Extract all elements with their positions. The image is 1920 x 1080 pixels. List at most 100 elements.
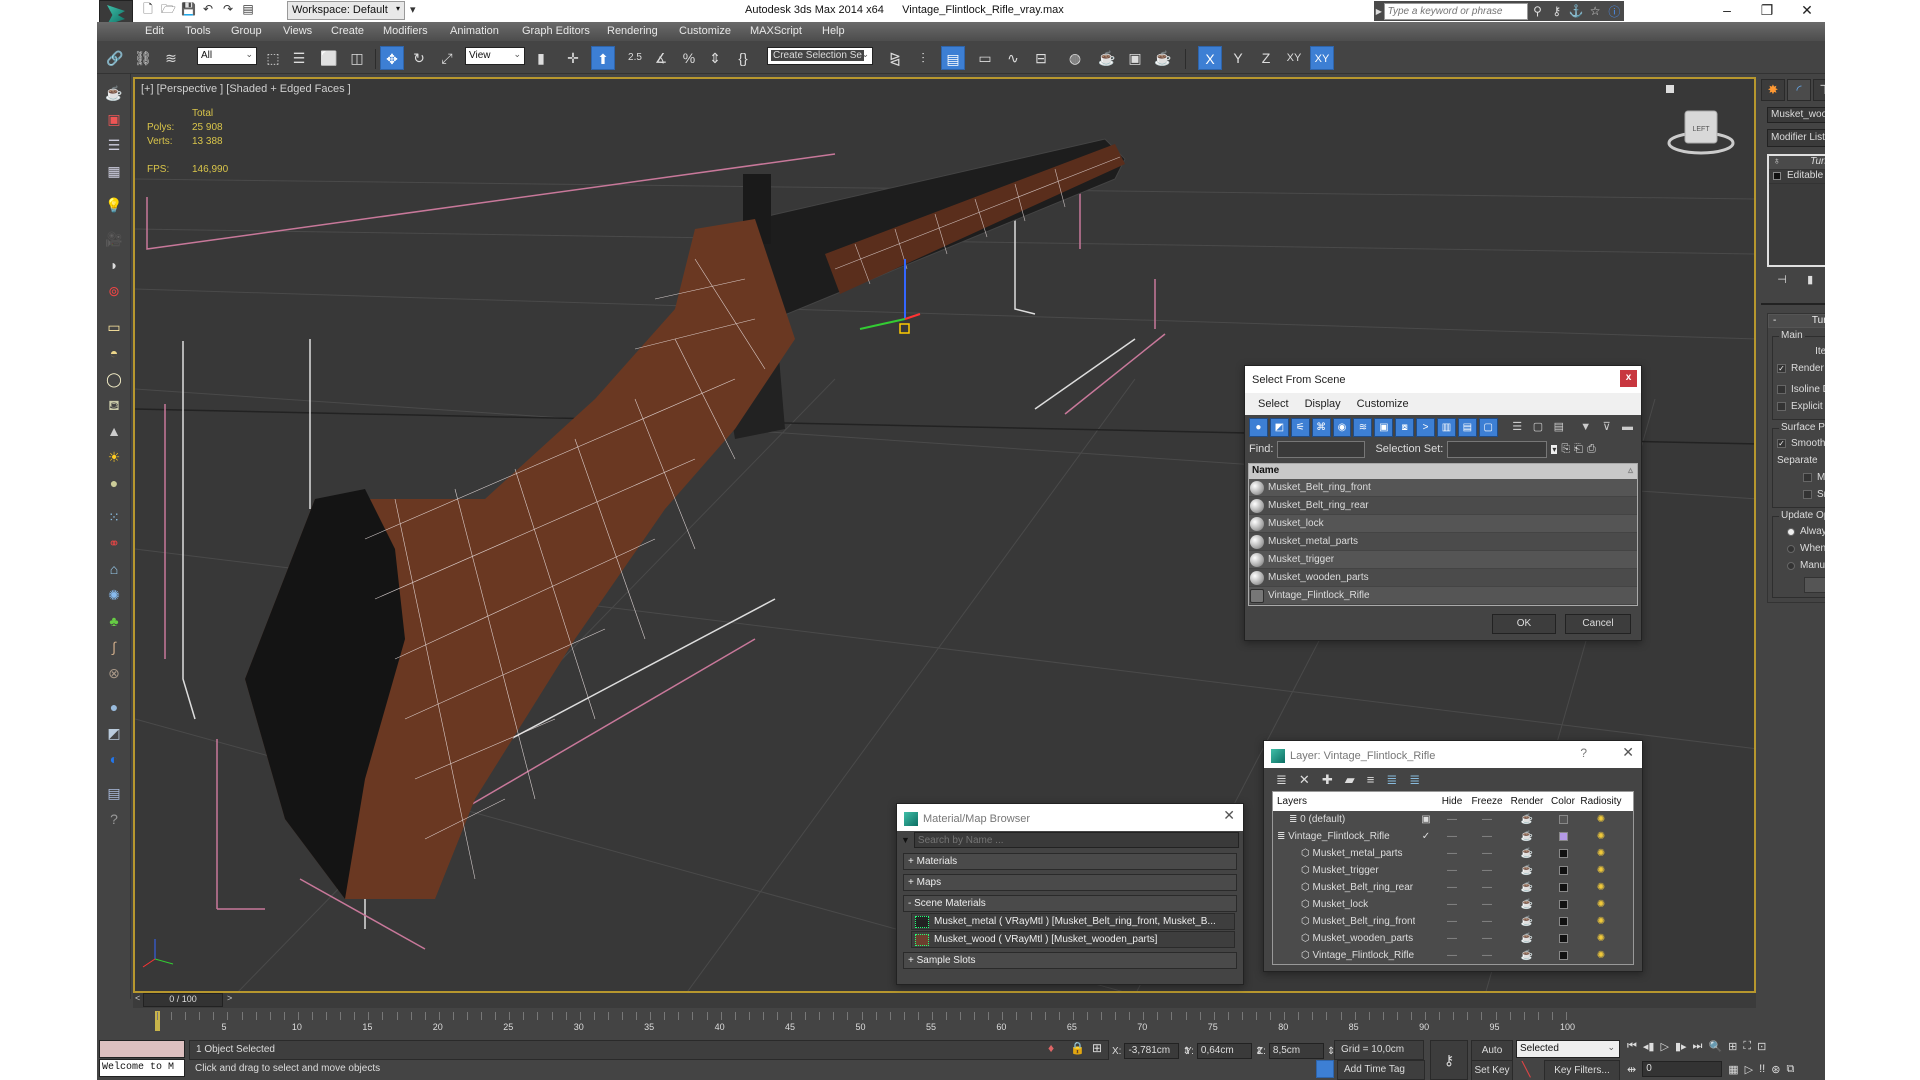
properties-icon[interactable]: ☰	[103, 134, 125, 156]
zoom-extents-all-icon[interactable]: ⊡	[1757, 1040, 1766, 1058]
zoom-icon[interactable]: 🔍	[1708, 1040, 1722, 1058]
select-all-icon[interactable]: ☰	[1508, 418, 1527, 437]
section-materials[interactable]: + Materials	[903, 853, 1237, 870]
named-selection-sets-dropdown[interactable]: Create Selection Se ⌄	[767, 47, 873, 65]
selection-set-dropdown[interactable]	[1447, 440, 1548, 458]
filter-shapes-icon[interactable]: ◩	[1269, 418, 1289, 437]
radiosity-icon[interactable]: ✺	[1579, 814, 1623, 825]
layer-color-swatch[interactable]	[1558, 814, 1568, 824]
auto-key-button[interactable]: Auto Key	[1471, 1040, 1513, 1076]
sphere-light-icon[interactable]: ●	[103, 472, 125, 494]
plane-light-icon[interactable]: ▭	[103, 316, 125, 338]
pin-stack-icon[interactable]: ⊣	[1777, 273, 1787, 289]
freeze-toggle[interactable]: —	[1467, 882, 1507, 893]
filter-bones-icon[interactable]: >	[1416, 418, 1436, 437]
layer-row[interactable]: ⬡ Musket_trigger — — ☕ ✺	[1273, 862, 1633, 879]
restore-button[interactable]: ❐	[1747, 0, 1787, 20]
z-coordinate-field[interactable]: 8,5cm	[1268, 1043, 1324, 1059]
active-layer-toggle[interactable]: ▣	[1415, 814, 1437, 825]
hide-toggle[interactable]: —	[1437, 899, 1467, 910]
hair-fur-icon[interactable]: ∫	[103, 636, 125, 658]
previous-frame-icon[interactable]: ◂▮	[1643, 1040, 1655, 1058]
axis-constraint-y[interactable]: Y	[1226, 46, 1250, 70]
sun-icon[interactable]: ☀	[103, 446, 125, 468]
field-of-view-icon[interactable]: ▷	[1745, 1063, 1753, 1076]
render-setup-icon[interactable]: ☕	[1095, 46, 1119, 70]
freeze-toggle[interactable]: —	[1467, 916, 1507, 927]
set-key-mode-key-icon[interactable]: ⚷	[1430, 1040, 1468, 1080]
render-teapot-icon[interactable]: ☕	[1507, 950, 1547, 961]
material-editor-icon[interactable]: ◍	[1063, 46, 1087, 70]
export-icon[interactable]: ▤	[103, 782, 125, 804]
separate-materials-checkbox[interactable]	[1803, 473, 1812, 482]
axis-constraint-x[interactable]: X	[1198, 46, 1222, 70]
hide-toggle[interactable]: —	[1437, 882, 1467, 893]
disc-light-icon[interactable]: ◯	[103, 368, 125, 390]
key-icon[interactable]: ⚷	[1547, 4, 1566, 18]
zoom-extents-icon[interactable]: ⛶	[1743, 1040, 1751, 1058]
select-none-icon[interactable]: ▢	[1529, 418, 1548, 437]
panel-icon[interactable]: ▦	[103, 160, 125, 182]
maxscript-input[interactable]: Welcome to M	[99, 1059, 185, 1077]
filter-funnel-icon[interactable]: ▼	[1576, 418, 1595, 437]
freeze-toggle[interactable]: —	[1467, 933, 1507, 944]
radiosity-icon[interactable]: ✺	[1579, 899, 1623, 910]
highlight-layer-icon[interactable]: ≡	[1367, 772, 1375, 787]
section-maps[interactable]: + Maps	[903, 874, 1237, 891]
prev-frame-arrow[interactable]: <	[135, 993, 140, 1003]
rectangular-selection-icon[interactable]: ⬜	[317, 46, 341, 70]
render-teapot-icon[interactable]: ☕	[1507, 848, 1547, 859]
menu-views[interactable]: Views	[283, 25, 312, 37]
active-layer-toggle[interactable]: ✓	[1415, 831, 1437, 842]
stack-item-turbosmooth[interactable]: ♁TurboSmooth	[1769, 156, 1825, 170]
render-window-icon[interactable]: ▣	[103, 108, 125, 130]
filter-groups-icon[interactable]: ▣	[1374, 418, 1394, 437]
select-and-rotate-icon[interactable]: ↻	[407, 46, 431, 70]
spinner-snap-icon[interactable]: ⇕	[703, 46, 727, 70]
unlink-icon[interactable]: ⛓	[131, 46, 155, 70]
particles-icon[interactable]: ⁙	[103, 506, 125, 528]
pivot-center-icon[interactable]: ▮	[529, 46, 553, 70]
options-arrow-icon[interactable]: ▼	[901, 835, 910, 845]
keyboard-shortcut-override-icon[interactable]: ⬆	[591, 46, 615, 70]
isolate-selection-icon[interactable]: ♦	[1048, 1041, 1054, 1055]
update-button[interactable]: Update	[1804, 577, 1825, 593]
menu-group[interactable]: Group	[231, 25, 262, 37]
binoculars-icon[interactable]: ⚲	[1528, 4, 1547, 18]
scene-object-row[interactable]: Musket_wooden_parts	[1249, 569, 1637, 587]
physical-camera-icon[interactable]: ⊚	[103, 280, 125, 302]
menu-graph-editors[interactable]: Graph Editors	[522, 25, 590, 37]
percent-snap-icon[interactable]: %	[677, 46, 701, 70]
rollout-header[interactable]: -TurboSmooth	[1768, 314, 1825, 328]
vray-object-icon[interactable]: ◐	[103, 748, 125, 770]
viewcube[interactable]: LEFT	[1666, 99, 1736, 159]
filter-containers-icon[interactable]: ▥	[1437, 418, 1456, 437]
radiosity-icon[interactable]: ✺	[1579, 882, 1623, 893]
menu-customize[interactable]: Customize	[1357, 398, 1409, 410]
menu-select[interactable]: Select	[1258, 398, 1289, 410]
help-button[interactable]: ?	[1580, 746, 1587, 760]
render-teapot-icon[interactable]: ☕	[1507, 814, 1547, 825]
window-crossing-icon[interactable]: ◫	[345, 46, 369, 70]
filter-options-icon[interactable]: ⊽	[1597, 418, 1616, 437]
columns-icon[interactable]: ▬	[1618, 418, 1637, 437]
search-by-name-input[interactable]	[913, 832, 1239, 848]
filter-helpers-icon[interactable]: ◉	[1332, 418, 1352, 437]
select-objects-in-layer-icon[interactable]: ▰	[1345, 772, 1355, 787]
menu-tools[interactable]: Tools	[185, 25, 211, 37]
layer-color-swatch[interactable]	[1558, 831, 1568, 841]
favorites-star-icon[interactable]: ☆	[1586, 4, 1605, 18]
bind-space-warp-icon[interactable]: ≋	[159, 46, 183, 70]
manipulate-icon[interactable]: ✛	[561, 46, 585, 70]
time-config-icon[interactable]: ▦	[1728, 1063, 1738, 1076]
freeze-toggle[interactable]: —	[1467, 848, 1507, 859]
ox-icon[interactable]: ⊗	[103, 662, 125, 684]
rendered-frame-window-icon[interactable]: ▣	[1123, 46, 1147, 70]
scene-object-row[interactable]: Musket_trigger	[1249, 551, 1637, 569]
hide-toggle[interactable]: —	[1437, 916, 1467, 927]
axis-constraint-z[interactable]: Z	[1254, 46, 1278, 70]
time-tag-icon[interactable]	[1316, 1060, 1334, 1078]
separate-smoothing-groups-checkbox[interactable]	[1803, 490, 1812, 499]
angle-snap-icon[interactable]: ∡	[649, 46, 673, 70]
time-slider[interactable]: 0 / 100	[143, 993, 223, 1007]
